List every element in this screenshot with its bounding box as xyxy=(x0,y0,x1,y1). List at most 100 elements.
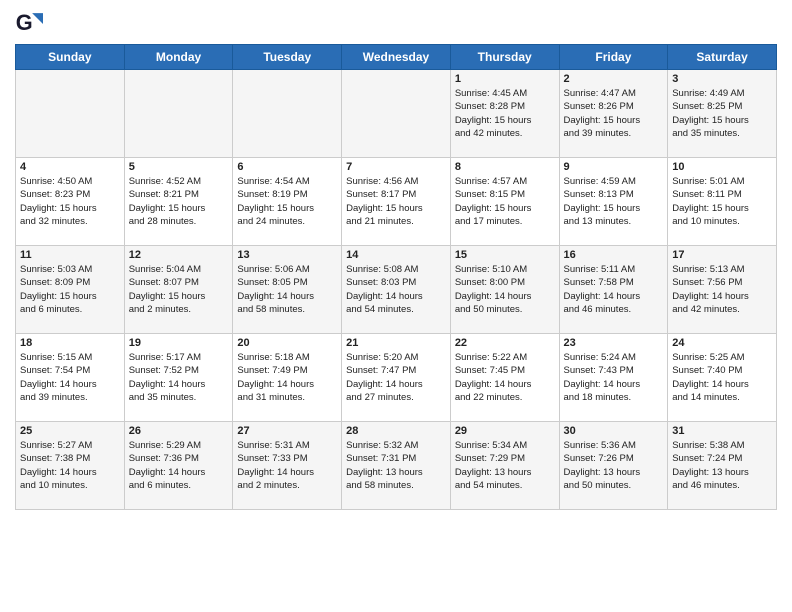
calendar-cell: 12 Sunrise: 5:04 AMSunset: 8:07 PMDayligh… xyxy=(124,246,233,334)
calendar-cell: 14 Sunrise: 5:08 AMSunset: 8:03 PMDayligh… xyxy=(342,246,451,334)
header-row: SundayMondayTuesdayWednesdayThursdayFrid… xyxy=(16,45,777,70)
calendar-cell xyxy=(233,70,342,158)
calendar-cell: 1 Sunrise: 4:45 AMSunset: 8:28 PMDaylight… xyxy=(450,70,559,158)
week-row-3: 11 Sunrise: 5:03 AMSunset: 8:09 PMDayligh… xyxy=(16,246,777,334)
day-info: Sunrise: 5:29 AMSunset: 7:36 PMDaylight:… xyxy=(129,439,229,492)
day-info: Sunrise: 4:57 AMSunset: 8:15 PMDaylight:… xyxy=(455,175,555,228)
calendar-cell: 13 Sunrise: 5:06 AMSunset: 8:05 PMDayligh… xyxy=(233,246,342,334)
calendar-cell xyxy=(124,70,233,158)
calendar-cell: 8 Sunrise: 4:57 AMSunset: 8:15 PMDaylight… xyxy=(450,158,559,246)
calendar-cell: 31 Sunrise: 5:38 AMSunset: 7:24 PMDayligh… xyxy=(668,422,777,510)
calendar-cell: 29 Sunrise: 5:34 AMSunset: 7:29 PMDayligh… xyxy=(450,422,559,510)
calendar-table: SundayMondayTuesdayWednesdayThursdayFrid… xyxy=(15,44,777,510)
day-number: 9 xyxy=(564,161,664,173)
day-info: Sunrise: 5:25 AMSunset: 7:40 PMDaylight:… xyxy=(672,351,772,404)
calendar-cell: 3 Sunrise: 4:49 AMSunset: 8:25 PMDaylight… xyxy=(668,70,777,158)
calendar-cell: 2 Sunrise: 4:47 AMSunset: 8:26 PMDaylight… xyxy=(559,70,668,158)
day-number: 14 xyxy=(346,249,446,261)
day-number: 28 xyxy=(346,425,446,437)
day-number: 13 xyxy=(237,249,337,261)
day-header-thursday: Thursday xyxy=(450,45,559,70)
calendar-cell: 20Sunrise: 5:18 AMSunset: 7:49 PMDayligh… xyxy=(233,334,342,422)
day-number: 23 xyxy=(564,337,664,349)
day-number: 22 xyxy=(455,337,555,349)
calendar-cell: 6 Sunrise: 4:54 AMSunset: 8:19 PMDaylight… xyxy=(233,158,342,246)
day-number: 29 xyxy=(455,425,555,437)
day-info: Sunrise: 5:15 AMSunset: 7:54 PMDaylight:… xyxy=(20,351,120,404)
calendar-cell: 9Sunrise: 4:59 AMSunset: 8:13 PMDaylight… xyxy=(559,158,668,246)
calendar-cell: 25 Sunrise: 5:27 AMSunset: 7:38 PMDayligh… xyxy=(16,422,125,510)
day-number: 10 xyxy=(672,161,772,173)
week-row-2: 4 Sunrise: 4:50 AMSunset: 8:23 PMDaylight… xyxy=(16,158,777,246)
svg-text:G: G xyxy=(16,10,33,35)
calendar-cell: 28 Sunrise: 5:32 AMSunset: 7:31 PMDayligh… xyxy=(342,422,451,510)
day-number: 24 xyxy=(672,337,772,349)
day-info: Sunrise: 5:08 AMSunset: 8:03 PMDaylight:… xyxy=(346,263,446,316)
day-info: Sunrise: 5:01 AMSunset: 8:11 PMDaylight:… xyxy=(672,175,772,228)
header: G xyxy=(15,10,777,38)
day-info: Sunrise: 5:13 AMSunset: 7:56 PMDaylight:… xyxy=(672,263,772,316)
calendar-cell: 17 Sunrise: 5:13 AMSunset: 7:56 PMDayligh… xyxy=(668,246,777,334)
day-info: Sunrise: 4:52 AMSunset: 8:21 PMDaylight:… xyxy=(129,175,229,228)
day-number: 1 xyxy=(455,73,555,85)
week-row-5: 25 Sunrise: 5:27 AMSunset: 7:38 PMDayligh… xyxy=(16,422,777,510)
day-header-monday: Monday xyxy=(124,45,233,70)
calendar-cell: 16 Sunrise: 5:11 AMSunset: 7:58 PMDayligh… xyxy=(559,246,668,334)
calendar-cell xyxy=(16,70,125,158)
day-header-friday: Friday xyxy=(559,45,668,70)
day-number: 16 xyxy=(564,249,664,261)
day-header-saturday: Saturday xyxy=(668,45,777,70)
day-number: 21 xyxy=(346,337,446,349)
day-info: Sunrise: 5:18 AMSunset: 7:49 PMDaylight:… xyxy=(237,351,337,404)
day-number: 19 xyxy=(129,337,229,349)
day-number: 11 xyxy=(20,249,120,261)
day-info: Sunrise: 5:34 AMSunset: 7:29 PMDaylight:… xyxy=(455,439,555,492)
main-container: G SundayMondayTuesdayWednesdayThursdayFr… xyxy=(0,0,792,520)
calendar-cell: 18 Sunrise: 5:15 AMSunset: 7:54 PMDayligh… xyxy=(16,334,125,422)
calendar-cell: 23Sunrise: 5:24 AMSunset: 7:43 PMDayligh… xyxy=(559,334,668,422)
calendar-cell: 30Sunrise: 5:36 AMSunset: 7:26 PMDayligh… xyxy=(559,422,668,510)
logo: G xyxy=(15,10,47,38)
day-number: 12 xyxy=(129,249,229,261)
calendar-cell: 5 Sunrise: 4:52 AMSunset: 8:21 PMDaylight… xyxy=(124,158,233,246)
day-number: 3 xyxy=(672,73,772,85)
calendar-cell xyxy=(342,70,451,158)
day-info: Sunrise: 5:04 AMSunset: 8:07 PMDaylight:… xyxy=(129,263,229,316)
day-number: 5 xyxy=(129,161,229,173)
day-info: Sunrise: 5:06 AMSunset: 8:05 PMDaylight:… xyxy=(237,263,337,316)
calendar-cell: 26Sunrise: 5:29 AMSunset: 7:36 PMDayligh… xyxy=(124,422,233,510)
day-info: Sunrise: 4:47 AMSunset: 8:26 PMDaylight:… xyxy=(564,87,664,140)
calendar-cell: 21 Sunrise: 5:20 AMSunset: 7:47 PMDayligh… xyxy=(342,334,451,422)
calendar-cell: 7Sunrise: 4:56 AMSunset: 8:17 PMDaylight… xyxy=(342,158,451,246)
day-number: 2 xyxy=(564,73,664,85)
day-info: Sunrise: 4:45 AMSunset: 8:28 PMDaylight:… xyxy=(455,87,555,140)
day-number: 6 xyxy=(237,161,337,173)
logo-icon: G xyxy=(15,10,43,38)
day-number: 25 xyxy=(20,425,120,437)
calendar-cell: 10 Sunrise: 5:01 AMSunset: 8:11 PMDayligh… xyxy=(668,158,777,246)
day-info: Sunrise: 5:11 AMSunset: 7:58 PMDaylight:… xyxy=(564,263,664,316)
day-info: Sunrise: 4:54 AMSunset: 8:19 PMDaylight:… xyxy=(237,175,337,228)
day-info: Sunrise: 5:32 AMSunset: 7:31 PMDaylight:… xyxy=(346,439,446,492)
calendar-cell: 27 Sunrise: 5:31 AMSunset: 7:33 PMDayligh… xyxy=(233,422,342,510)
calendar-cell: 11 Sunrise: 5:03 AMSunset: 8:09 PMDayligh… xyxy=(16,246,125,334)
day-number: 8 xyxy=(455,161,555,173)
day-info: Sunrise: 4:49 AMSunset: 8:25 PMDaylight:… xyxy=(672,87,772,140)
calendar-cell: 22Sunrise: 5:22 AMSunset: 7:45 PMDayligh… xyxy=(450,334,559,422)
day-number: 27 xyxy=(237,425,337,437)
day-number: 4 xyxy=(20,161,120,173)
day-info: Sunrise: 5:03 AMSunset: 8:09 PMDaylight:… xyxy=(20,263,120,316)
day-header-sunday: Sunday xyxy=(16,45,125,70)
day-number: 18 xyxy=(20,337,120,349)
day-number: 15 xyxy=(455,249,555,261)
day-number: 30 xyxy=(564,425,664,437)
week-row-1: 1 Sunrise: 4:45 AMSunset: 8:28 PMDaylight… xyxy=(16,70,777,158)
day-info: Sunrise: 5:38 AMSunset: 7:24 PMDaylight:… xyxy=(672,439,772,492)
week-row-4: 18 Sunrise: 5:15 AMSunset: 7:54 PMDayligh… xyxy=(16,334,777,422)
day-number: 17 xyxy=(672,249,772,261)
day-number: 31 xyxy=(672,425,772,437)
day-info: Sunrise: 5:20 AMSunset: 7:47 PMDaylight:… xyxy=(346,351,446,404)
day-info: Sunrise: 5:31 AMSunset: 7:33 PMDaylight:… xyxy=(237,439,337,492)
day-info: Sunrise: 4:50 AMSunset: 8:23 PMDaylight:… xyxy=(20,175,120,228)
day-info: Sunrise: 5:27 AMSunset: 7:38 PMDaylight:… xyxy=(20,439,120,492)
